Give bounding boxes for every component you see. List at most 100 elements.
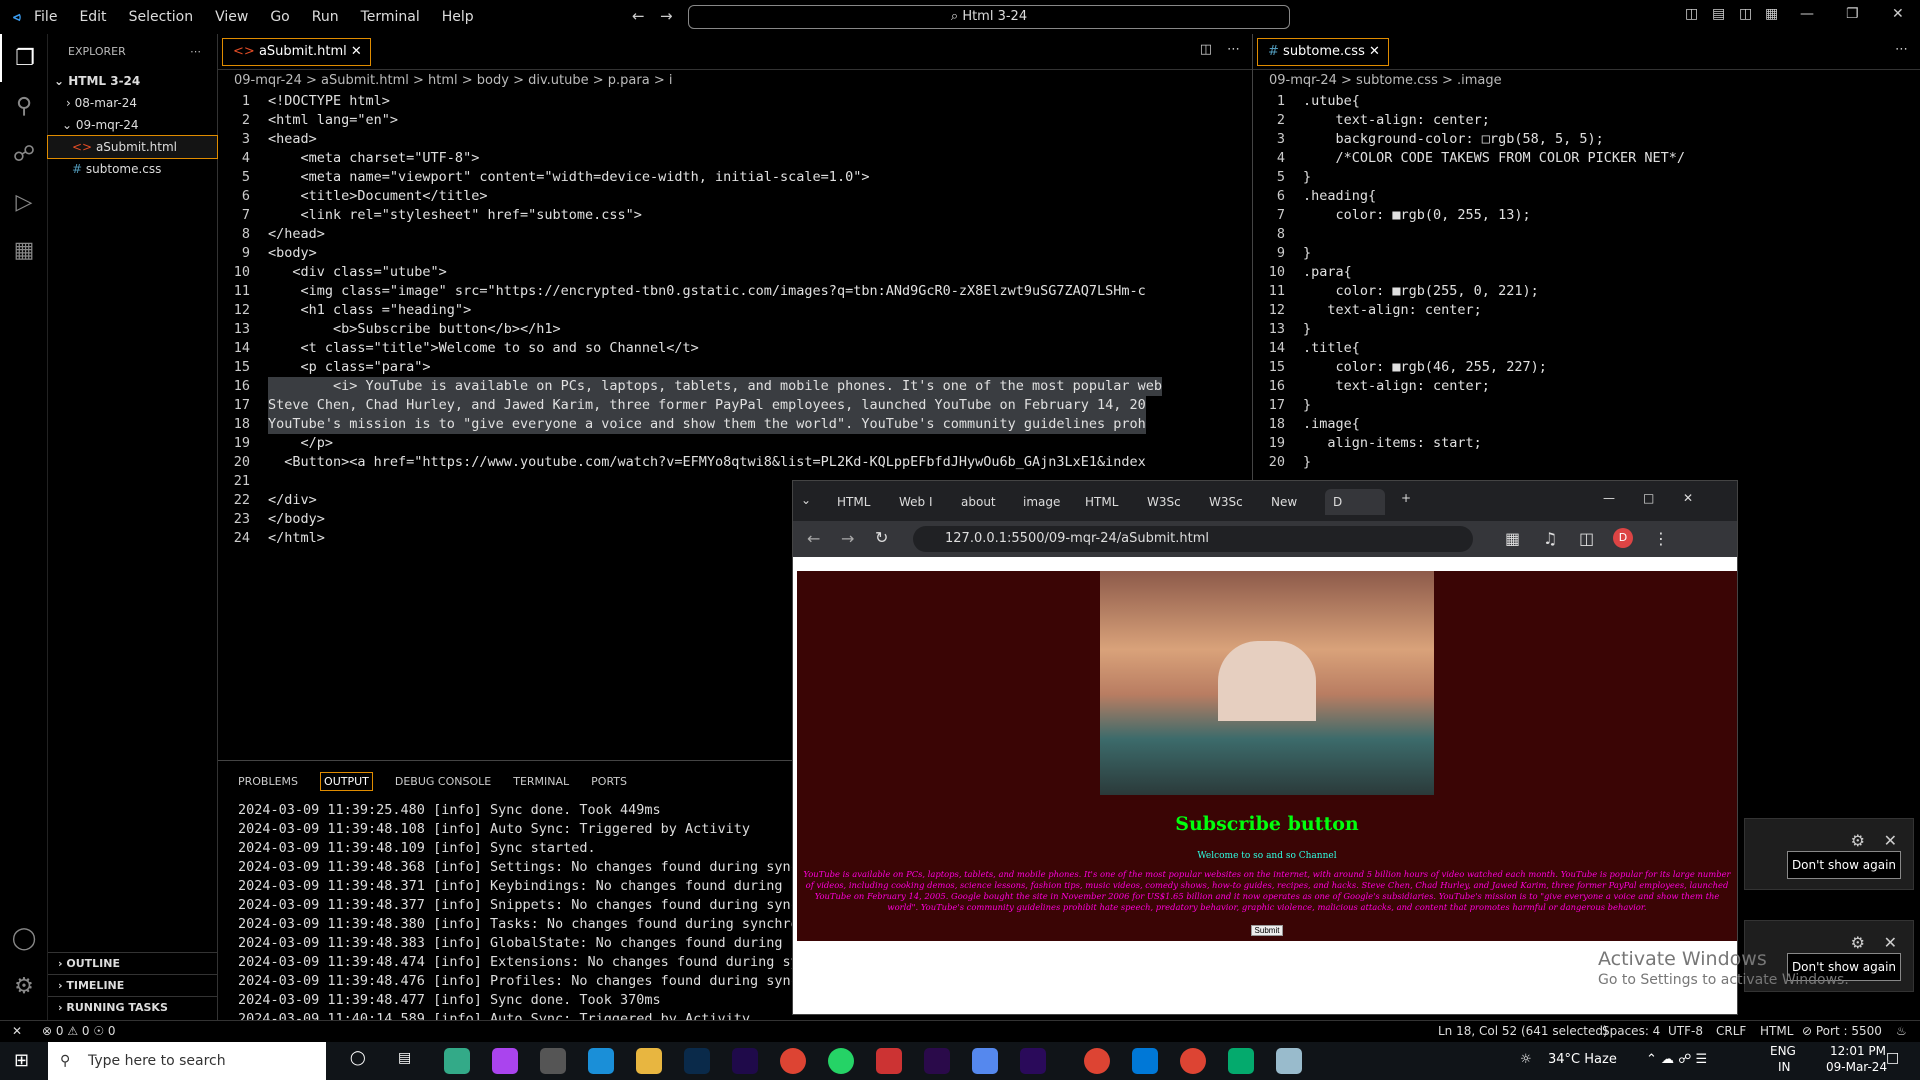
code-line[interactable]: 1 .utube{ <box>1253 92 1920 111</box>
app-icon[interactable] <box>876 1048 902 1074</box>
edge-icon[interactable] <box>588 1048 614 1074</box>
notification-icon[interactable]: □ <box>1886 1050 1899 1066</box>
layout-secondary-icon[interactable]: ◫ <box>1739 6 1752 22</box>
code-line[interactable]: 8 </head> <box>218 225 1252 244</box>
panel-tab-ports[interactable]: PORTS <box>591 775 627 788</box>
tab-subtome-css[interactable]: # subtome.css ✕ <box>1257 38 1389 66</box>
code-line[interactable]: 8 <box>1253 225 1920 244</box>
live-server-port[interactable]: ⊘ Port : 5500 <box>1802 1024 1882 1038</box>
code-line[interactable]: 16 text-align: center; <box>1253 377 1920 396</box>
customize-layout-icon[interactable]: ▦ <box>1765 6 1778 22</box>
close-icon[interactable]: ✕ <box>1884 831 1897 850</box>
search-icon[interactable]: ⚲ <box>0 82 48 130</box>
menu-terminal[interactable]: Terminal <box>361 9 420 25</box>
chrome-active-icon[interactable] <box>1084 1048 1110 1074</box>
menu-help[interactable]: Help <box>442 9 474 25</box>
folder-root[interactable]: ⌄ HTML 3-24 <box>48 70 217 92</box>
folder-08-mar[interactable]: › 08-mar-24 <box>48 92 217 114</box>
code-line[interactable]: 17 Steve Chen, Chad Hurley, and Jawed Kar… <box>218 396 1252 415</box>
panel-tab-problems[interactable]: PROBLEMS <box>238 775 298 788</box>
task-view-icon[interactable]: ▤ <box>398 1050 411 1066</box>
panel-tab-debug-console[interactable]: DEBUG CONSOLE <box>395 775 491 788</box>
code-line[interactable]: 14 <t class="title">Welcome to so and so… <box>218 339 1252 358</box>
code-line[interactable]: 9} <box>1253 244 1920 263</box>
settings-gear-icon[interactable]: ⚙ <box>0 962 48 1010</box>
chrome-icon[interactable] <box>1180 1048 1206 1074</box>
tab-search-icon[interactable]: ⌄ <box>801 493 811 507</box>
extensions-icon[interactable]: ▦ <box>1505 529 1520 548</box>
code-line[interactable]: 3 <head> <box>218 130 1252 149</box>
code-line[interactable]: 16 <i> YouTube is available on PCs, lapt… <box>218 377 1252 396</box>
problems-count[interactable]: ⊗ 0 ⚠ 0 ☉ 0 <box>42 1024 116 1038</box>
code-line[interactable]: 15 color: ■rgb(46, 255, 227); <box>1253 358 1920 377</box>
outline-section[interactable]: › OUTLINE <box>48 952 218 974</box>
premiere-icon[interactable] <box>924 1048 950 1074</box>
code-line[interactable]: 4 /*COLOR CODE TAKEWS FROM COLOR PICKER … <box>1253 149 1920 168</box>
restore-button[interactable]: ❐ <box>1846 6 1859 22</box>
code-line[interactable]: 7 color: ■rgb(0, 255, 13); <box>1253 206 1920 225</box>
menu-go[interactable]: Go <box>270 9 289 25</box>
tab-asubmit-html[interactable]: <> aSubmit.html ✕ <box>222 38 371 66</box>
menu-icon[interactable]: ⋮ <box>1653 529 1669 548</box>
media-encoder-icon[interactable] <box>1020 1048 1046 1074</box>
browser-tab[interactable]: D <box>1325 489 1385 515</box>
eol[interactable]: CRLF <box>1716 1024 1746 1038</box>
code-line[interactable]: 13} <box>1253 320 1920 339</box>
maximize-icon[interactable]: □ <box>1643 491 1654 505</box>
menu-edit[interactable]: Edit <box>79 9 106 25</box>
source-control-icon[interactable]: ☍ <box>0 130 48 178</box>
browser-tab[interactable]: Web I <box>891 489 951 515</box>
code-line[interactable]: 18 .image{ <box>1253 415 1920 434</box>
close-tab-icon[interactable]: ✕ <box>351 44 362 59</box>
code-line[interactable]: 14 .title{ <box>1253 339 1920 358</box>
browser-tab[interactable]: about <box>953 489 1013 515</box>
new-tab-icon[interactable]: + <box>1401 491 1411 505</box>
gear-icon[interactable]: ⚙ <box>1851 831 1865 850</box>
remote-icon[interactable]: ✕ <box>12 1024 22 1038</box>
indentation[interactable]: Spaces: 4 <box>1602 1024 1660 1038</box>
menu-run[interactable]: Run <box>312 9 339 25</box>
sidepanel-icon[interactable]: ◫ <box>1579 529 1594 548</box>
weather-text[interactable]: 34°C Haze <box>1548 1052 1617 1067</box>
close-icon[interactable]: ✕ <box>1683 491 1693 505</box>
breadcrumb-right[interactable]: 09-mqr-24 > subtome.css > .image <box>1253 70 1920 92</box>
code-line[interactable]: 11 <img class="image" src="https://encry… <box>218 282 1252 301</box>
menu-file[interactable]: File <box>34 9 57 25</box>
cortana-icon[interactable]: ◯ <box>350 1050 366 1066</box>
gear-icon[interactable]: ⚙ <box>1851 933 1865 952</box>
menu-view[interactable]: View <box>215 9 248 25</box>
forward-arrow-icon[interactable]: → <box>660 7 673 25</box>
browser-tab[interactable]: HTML <box>829 489 889 515</box>
browser-tab[interactable]: W3Sc <box>1201 489 1261 515</box>
code-line[interactable]: 4 <meta charset="UTF-8"> <box>218 149 1252 168</box>
code-line[interactable]: 18 YouTube's mission is to "give everyone… <box>218 415 1252 434</box>
code-area-right[interactable]: 1 .utube{2 text-align: center; 3 backgroun… <box>1253 92 1920 472</box>
chrome-icon[interactable] <box>780 1048 806 1074</box>
timeline-section[interactable]: › TIMELINE <box>48 974 218 996</box>
file-asubmit-html[interactable]: <> aSubmit.html <box>47 135 218 159</box>
copilot-icon[interactable] <box>972 1048 998 1074</box>
code-line[interactable]: 15 <p class="para"> <box>218 358 1252 377</box>
code-line[interactable]: 20} <box>1253 453 1920 472</box>
taskbar-search[interactable]: ⚲ Type here to search <box>48 1042 326 1080</box>
browser-tab[interactable]: W3Sc <box>1139 489 1199 515</box>
app-icon[interactable] <box>444 1048 470 1074</box>
code-line[interactable]: 11 color: ■rgb(255, 0, 221); <box>1253 282 1920 301</box>
submit-button[interactable]: Submit <box>1250 925 1284 936</box>
code-line[interactable]: 10 <div class="utube"> <box>218 263 1252 282</box>
editor-more-icon[interactable]: ⋯ <box>1895 42 1908 57</box>
reload-icon[interactable]: ↻ <box>875 528 888 547</box>
folder-09-mqr[interactable]: ⌄ 09-mqr-24 <box>48 114 217 136</box>
panel-tab-output[interactable]: OUTPUT <box>320 771 373 791</box>
bell-icon[interactable]: ♨ <box>1896 1024 1907 1038</box>
run-debug-icon[interactable]: ▷ <box>0 178 48 226</box>
panel-tab-terminal[interactable]: TERMINAL <box>513 775 569 788</box>
after-effects-icon[interactable] <box>732 1048 758 1074</box>
weather-icon[interactable]: ☼ <box>1520 1052 1532 1067</box>
app-icon[interactable] <box>492 1048 518 1074</box>
minimize-button[interactable]: — <box>1800 6 1814 22</box>
code-line[interactable]: 6 .heading{ <box>1253 187 1920 206</box>
code-line[interactable]: 20 <Button><a href="https://www.youtube.… <box>218 453 1252 472</box>
code-line[interactable]: 2 <html lang="en"> <box>218 111 1252 130</box>
layout-sidebar-icon[interactable]: ◫ <box>1685 6 1698 22</box>
